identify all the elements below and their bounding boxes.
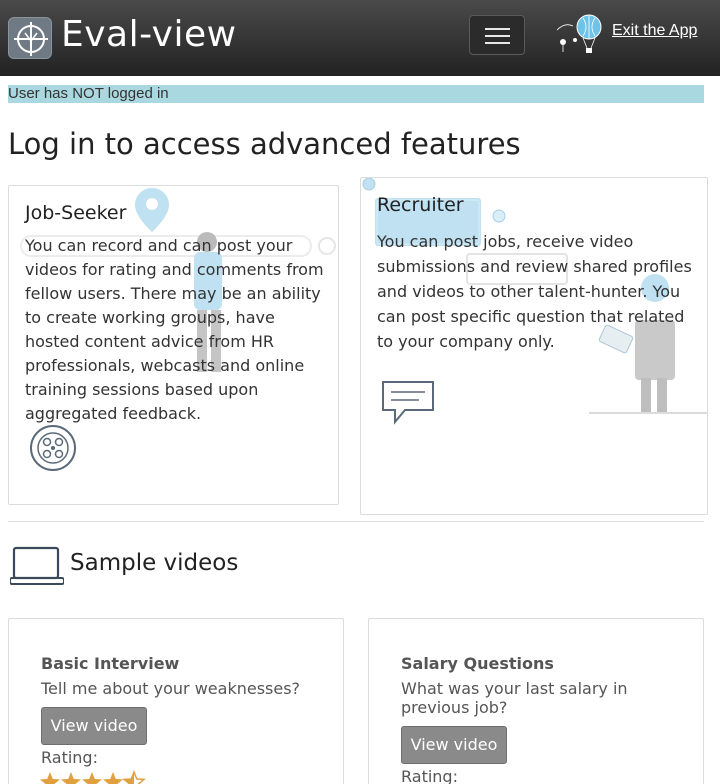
- view-video-button[interactable]: View video: [401, 726, 507, 764]
- sample-videos-title: Sample videos: [70, 550, 239, 576]
- menu-toggle-button[interactable]: [469, 15, 525, 55]
- job-seeker-description: You can record and can post your videos …: [25, 236, 324, 423]
- star-icon: [40, 772, 60, 784]
- job-seeker-card[interactable]: Job-Seeker You can record and can post y…: [8, 185, 339, 505]
- section-divider: [8, 521, 704, 522]
- laptop-icon: [10, 546, 64, 585]
- star-icon: [82, 772, 102, 784]
- video-question: What was your last salary in previous jo…: [401, 679, 628, 717]
- recruiter-title: Recruiter: [377, 194, 464, 216]
- video-question: Tell me about your weaknesses?: [41, 679, 301, 698]
- star-icon: [61, 772, 81, 784]
- recruiter-card[interactable]: Recruiter You can post jobs, receive vid…: [360, 177, 708, 515]
- video-card-salary-questions: Salary Questions What was your last sala…: [368, 618, 704, 784]
- recruiter-description: You can post jobs, receive video submiss…: [377, 232, 692, 351]
- video-title: Basic Interview: [41, 654, 180, 673]
- page-title: Log in to access advanced features: [8, 127, 521, 161]
- top-navbar: Eval-view Exit the App: [0, 0, 720, 76]
- hamburger-menu-icon: [485, 28, 510, 30]
- crosshair-logo-icon[interactable]: [8, 17, 52, 59]
- rating-label: Rating:: [401, 767, 458, 784]
- view-video-button[interactable]: View video: [41, 707, 147, 745]
- login-status-bar: User has NOT logged in: [8, 85, 704, 103]
- rating-label: Rating:: [41, 748, 98, 767]
- exit-app-link[interactable]: Exit the App: [612, 22, 697, 40]
- video-card-basic-interview: Basic Interview Tell me about your weakn…: [8, 618, 344, 784]
- video-title: Salary Questions: [401, 654, 554, 673]
- star-icon: [103, 772, 123, 784]
- job-seeker-title: Job-Seeker: [25, 202, 127, 224]
- rating-stars: [39, 769, 149, 784]
- brand-name[interactable]: Eval-view: [61, 13, 237, 57]
- hot-air-balloon-icon: [556, 14, 602, 53]
